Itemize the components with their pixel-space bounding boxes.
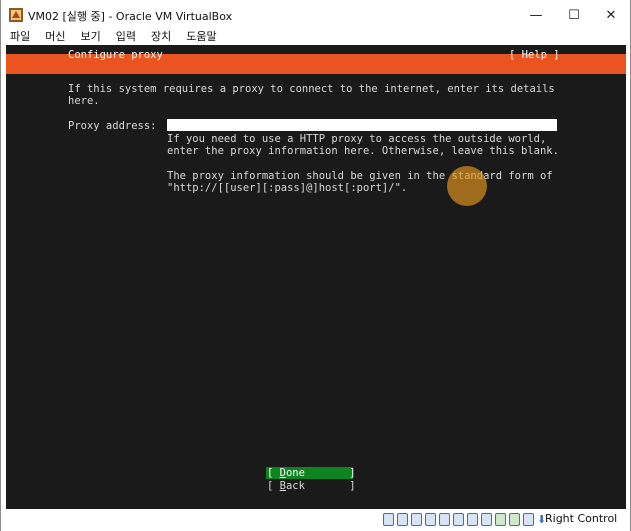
- minimize-button[interactable]: —: [517, 0, 555, 30]
- menu-view[interactable]: 보기: [73, 28, 108, 46]
- proxy-help-line4: "http://[[user][:pass]@]host[:port]/".: [167, 182, 408, 194]
- menu-help[interactable]: 도움말: [178, 28, 223, 46]
- proxy-address-input[interactable]: [167, 119, 557, 131]
- back-button[interactable]: [ Back ]: [267, 480, 356, 492]
- shared-folders-icon[interactable]: [453, 513, 464, 526]
- hard-disk-icon[interactable]: [383, 513, 394, 526]
- audio-icon[interactable]: [411, 513, 422, 526]
- virtualbox-window: VM02 [실행 중] - Oracle VM VirtualBox — ☐ ✕…: [0, 0, 631, 531]
- close-button[interactable]: ✕: [592, 0, 630, 30]
- menu-file[interactable]: 파일: [1, 28, 37, 46]
- proxy-help-line2: enter the proxy information here. Otherw…: [167, 145, 559, 157]
- usb-icon[interactable]: [439, 513, 450, 526]
- done-button[interactable]: [ Done ]: [267, 467, 356, 479]
- virtualization-icon: [509, 513, 520, 526]
- display-icon[interactable]: [467, 513, 478, 526]
- help-button[interactable]: [ Help ]: [509, 49, 560, 61]
- window-title: VM02 [실행 중] - Oracle VM VirtualBox: [28, 10, 233, 23]
- menu-bar: 파일 머신 보기 입력 장치 도움말: [1, 28, 630, 46]
- network-icon[interactable]: [425, 513, 436, 526]
- mouse-integration-icon[interactable]: [523, 513, 534, 526]
- title-bar[interactable]: VM02 [실행 중] - Oracle VM VirtualBox — ☐ ✕: [1, 0, 630, 30]
- status-icons: ⬇: [383, 513, 548, 527]
- proxy-help-line1: If you need to use a HTTP proxy to acces…: [167, 133, 547, 145]
- optical-drive-icon[interactable]: [397, 513, 408, 526]
- intro-text-line1: If this system requires a proxy to conne…: [68, 83, 555, 95]
- vm-display[interactable]: Configure proxy [ Help ] If this system …: [6, 45, 626, 509]
- menu-devices[interactable]: 장치: [143, 28, 178, 46]
- menu-machine[interactable]: 머신: [37, 28, 72, 46]
- intro-text-line2: here.: [68, 95, 100, 107]
- maximize-button[interactable]: ☐: [555, 0, 593, 30]
- menu-input[interactable]: 입력: [108, 28, 143, 46]
- mouse-pointer-highlight: [447, 166, 487, 206]
- proxy-address-label: Proxy address:: [68, 120, 157, 132]
- proxy-help-line3: The proxy information should be given in…: [167, 170, 553, 182]
- page-title: Configure proxy: [68, 49, 163, 61]
- cpu-activity-icon: [495, 513, 506, 526]
- host-key-label: Right Control: [545, 512, 618, 525]
- status-bar: ⬇ Right Control: [1, 509, 630, 531]
- virtualbox-app-icon: [9, 8, 23, 22]
- video-capture-icon[interactable]: [481, 513, 492, 526]
